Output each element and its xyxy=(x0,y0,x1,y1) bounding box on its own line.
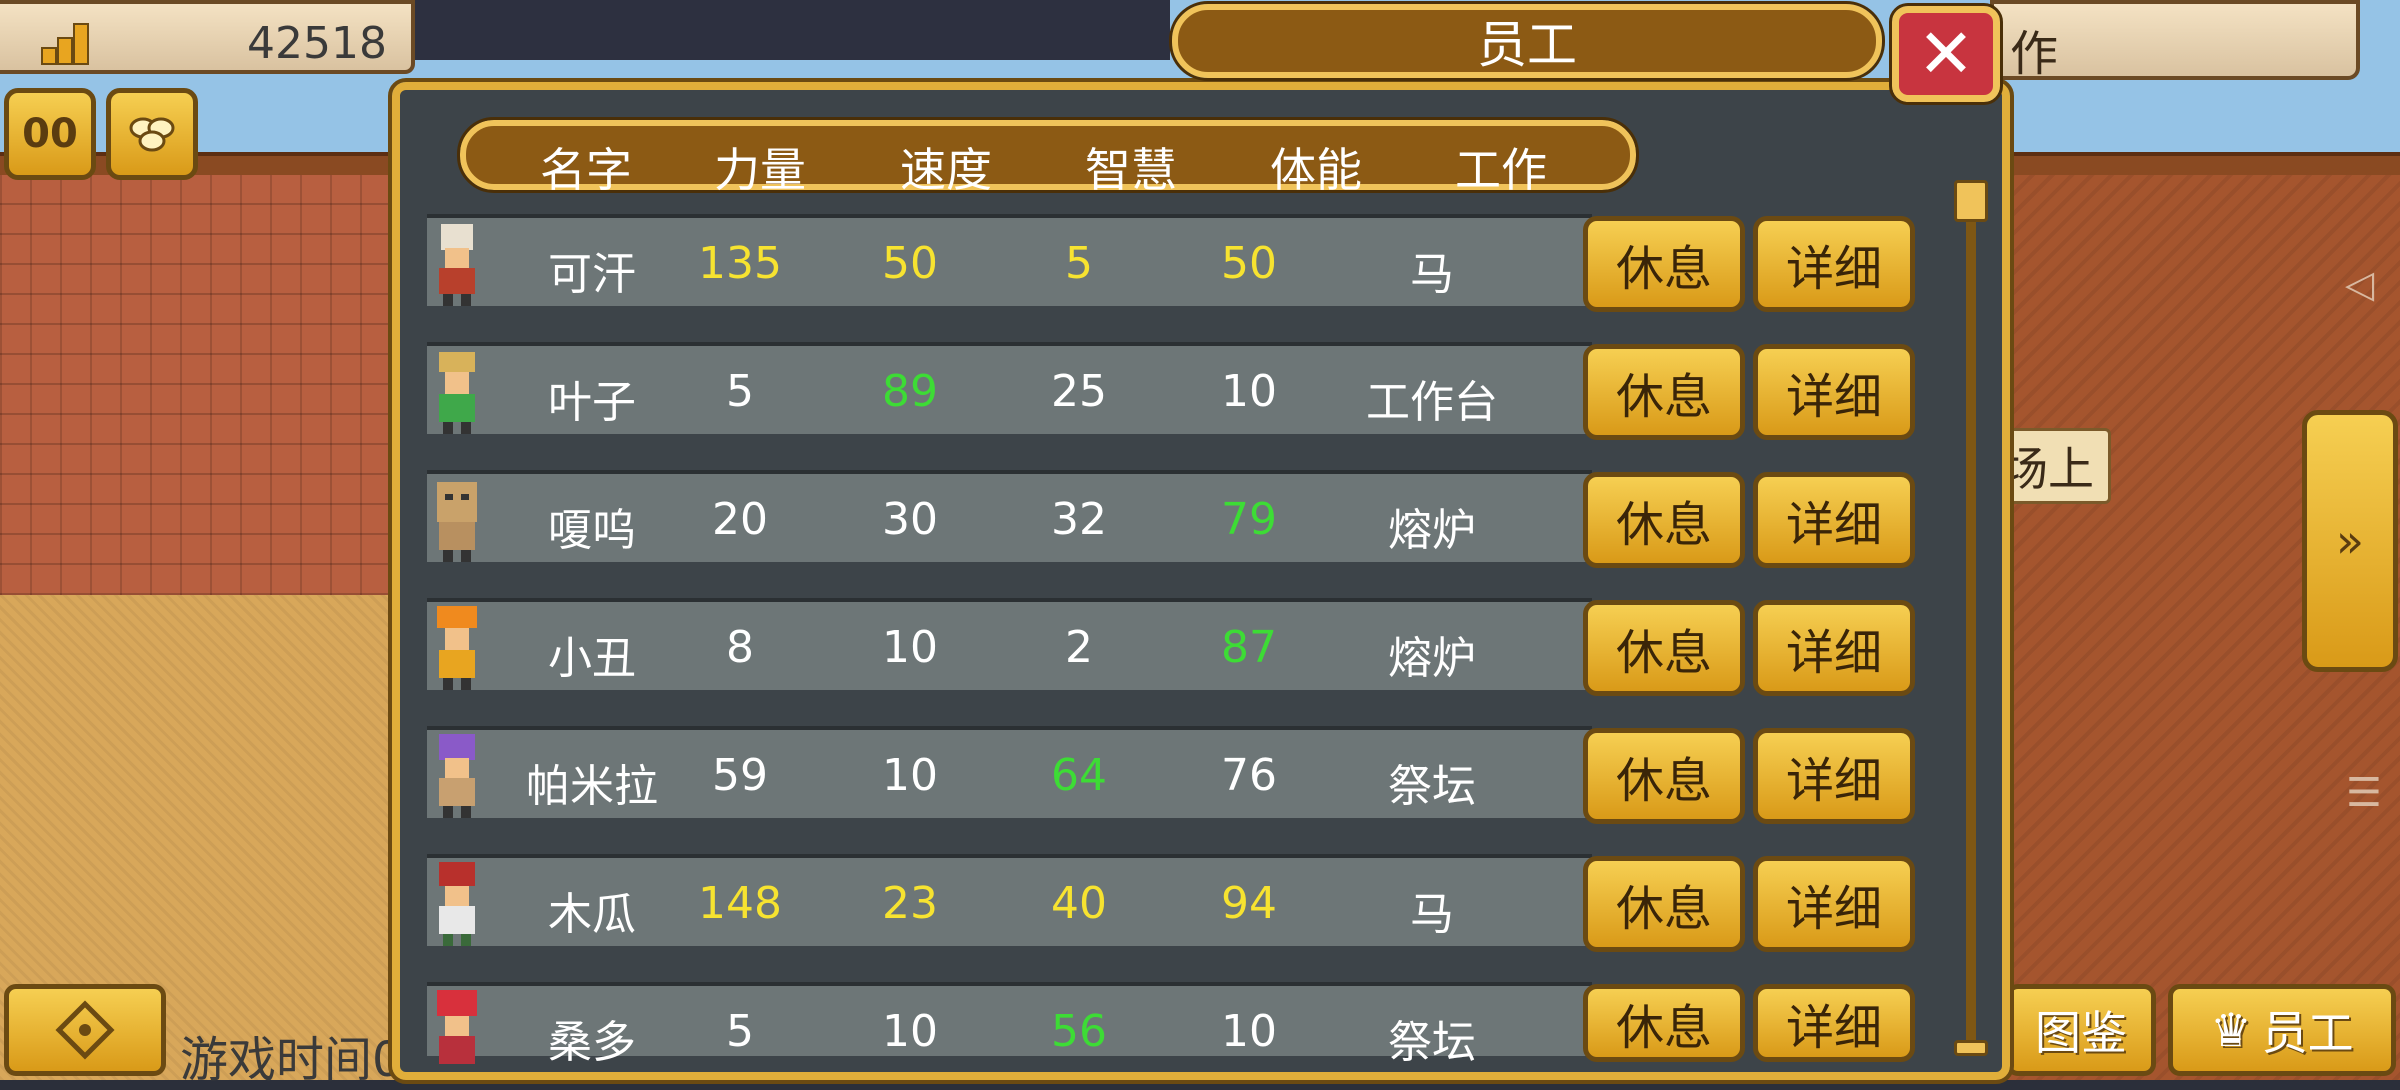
employee-strength: 148 xyxy=(698,878,782,929)
collapse-arrow-icon[interactable]: ◁ xyxy=(2345,262,2374,306)
rest-button[interactable]: 休息 xyxy=(1583,216,1745,312)
rest-button[interactable]: 休息 xyxy=(1583,600,1745,696)
header-wisdom: 智慧 xyxy=(1085,143,1177,197)
employee-strength: 20 xyxy=(712,494,768,545)
encyclopedia-label: 图鉴 xyxy=(2035,1006,2127,1060)
rest-button[interactable]: 休息 xyxy=(1583,856,1745,952)
employee-row: 木瓜 148 23 40 94 马 休息 详细 xyxy=(427,854,1915,952)
employee-strength: 5 xyxy=(726,366,754,417)
fast-forward-icon: » xyxy=(2335,514,2365,568)
employee-speed: 89 xyxy=(882,366,938,417)
employee-wisdom: 56 xyxy=(1051,1006,1107,1057)
detail-button[interactable]: 详细 xyxy=(1753,728,1915,824)
scrollbar-end xyxy=(1954,1040,1988,1056)
employee-stamina: 10 xyxy=(1221,366,1277,417)
employee-speed: 50 xyxy=(882,238,938,289)
column-header-bar: 名字 力量 速度 智慧 体能 工作 xyxy=(457,117,1639,197)
rest-button[interactable]: 休息 xyxy=(1583,472,1745,568)
panel-title-text: 员工 xyxy=(1477,16,1577,74)
employee-row: 桑多 5 10 56 10 祭坛 休息 详细 xyxy=(427,982,1915,1068)
dpad-button[interactable] xyxy=(4,984,166,1076)
employee-avatar-icon xyxy=(439,734,475,818)
employee-speed: 23 xyxy=(882,878,938,929)
employee-strength: 5 xyxy=(726,1006,754,1057)
pause-label: 00 xyxy=(22,111,78,157)
employee-stamina: 76 xyxy=(1221,750,1277,801)
header-strength: 力量 xyxy=(714,143,806,197)
header-name: 名字 xyxy=(540,143,632,197)
rest-button[interactable]: 休息 xyxy=(1583,984,1745,1062)
employee-strength: 59 xyxy=(712,750,768,801)
scrollbar-track[interactable] xyxy=(1966,180,1976,1050)
coin-bar: 42518 xyxy=(0,0,415,74)
header-speed: 速度 xyxy=(900,143,992,197)
employee-wisdom: 5 xyxy=(1065,238,1093,289)
employee-wisdom: 64 xyxy=(1051,750,1107,801)
coin-count: 42518 xyxy=(247,18,387,69)
menu-icon[interactable]: ☰ xyxy=(2346,770,2382,816)
staff-label: 员工 xyxy=(2261,1006,2354,1060)
employee-row: 帕米拉 59 10 64 76 祭坛 休息 详细 xyxy=(427,726,1915,824)
employee-job: 马 xyxy=(1410,249,1454,300)
employee-strength: 135 xyxy=(698,238,782,289)
top-right-bar: 作 xyxy=(1990,0,2360,82)
scrollbar-thumb[interactable] xyxy=(1954,180,1988,222)
header-job: 工作 xyxy=(1455,143,1547,197)
employee-row: 可汗 135 50 5 50 马 休息 详细 xyxy=(427,214,1915,312)
employee-strength: 8 xyxy=(726,622,754,673)
coins-button[interactable] xyxy=(106,88,198,180)
employee-avatar-icon xyxy=(439,224,475,306)
employee-job: 熔炉 xyxy=(1388,633,1476,684)
employee-stamina: 10 xyxy=(1221,1006,1277,1057)
panel-title: 员工 xyxy=(1169,1,1885,81)
coins-icon xyxy=(129,117,175,152)
pause-button[interactable]: 00 xyxy=(4,88,96,180)
close-button[interactable]: ✕ xyxy=(1889,3,2003,105)
employee-stamina: 79 xyxy=(1221,494,1277,545)
rest-button[interactable]: 休息 xyxy=(1583,344,1745,440)
detail-button[interactable]: 详细 xyxy=(1753,344,1915,440)
detail-button[interactable]: 详细 xyxy=(1753,600,1915,696)
employee-avatar-icon xyxy=(437,990,477,1064)
employee-row: 嗄呜 20 30 32 79 熔炉 休息 详细 xyxy=(427,470,1915,568)
night-sky xyxy=(410,0,1170,60)
employee-job: 祭坛 xyxy=(1388,1017,1476,1068)
employee-avatar-icon xyxy=(439,352,475,434)
detail-button[interactable]: 详细 xyxy=(1753,472,1915,568)
detail-button[interactable]: 详细 xyxy=(1753,984,1915,1062)
employee-stamina: 94 xyxy=(1221,878,1277,929)
employee-speed: 10 xyxy=(882,1006,938,1057)
employee-wisdom: 40 xyxy=(1051,878,1107,929)
employee-wisdom: 25 xyxy=(1051,366,1107,417)
employee-job: 熔炉 xyxy=(1388,505,1476,556)
coin-stack-icon xyxy=(41,23,89,65)
employee-wisdom: 32 xyxy=(1051,494,1107,545)
employee-row: 小丑 8 10 2 87 熔炉 休息 详细 xyxy=(427,598,1915,696)
employee-wisdom: 2 xyxy=(1065,622,1093,673)
employee-avatar-icon xyxy=(437,606,477,690)
header-stamina: 体能 xyxy=(1270,143,1362,197)
employee-stamina: 50 xyxy=(1221,238,1277,289)
employee-stamina: 87 xyxy=(1221,622,1277,673)
encyclopedia-button[interactable]: 图鉴 xyxy=(2006,984,2156,1076)
employee-row: 叶子 5 89 25 10 工作台 休息 详细 xyxy=(427,342,1915,440)
detail-button[interactable]: 详细 xyxy=(1753,856,1915,952)
staff-button[interactable]: ♛ 员工 xyxy=(2168,984,2396,1076)
detail-button[interactable]: 详细 xyxy=(1753,216,1915,312)
employee-avatar-icon xyxy=(439,862,475,946)
employee-job: 工作台 xyxy=(1366,377,1498,428)
close-icon: ✕ xyxy=(1917,14,1975,94)
fast-forward-button[interactable]: » xyxy=(2302,410,2398,672)
employee-job: 马 xyxy=(1410,889,1454,940)
top-right-text: 作 xyxy=(2010,26,2059,82)
dpad-icon xyxy=(55,1000,115,1060)
employee-job: 祭坛 xyxy=(1388,761,1476,812)
rest-button[interactable]: 休息 xyxy=(1583,728,1745,824)
employee-speed: 30 xyxy=(882,494,938,545)
employee-avatar-icon xyxy=(437,482,477,562)
employee-speed: 10 xyxy=(882,622,938,673)
employee-speed: 10 xyxy=(882,750,938,801)
crown-icon: ♛ xyxy=(2210,1003,2252,1057)
